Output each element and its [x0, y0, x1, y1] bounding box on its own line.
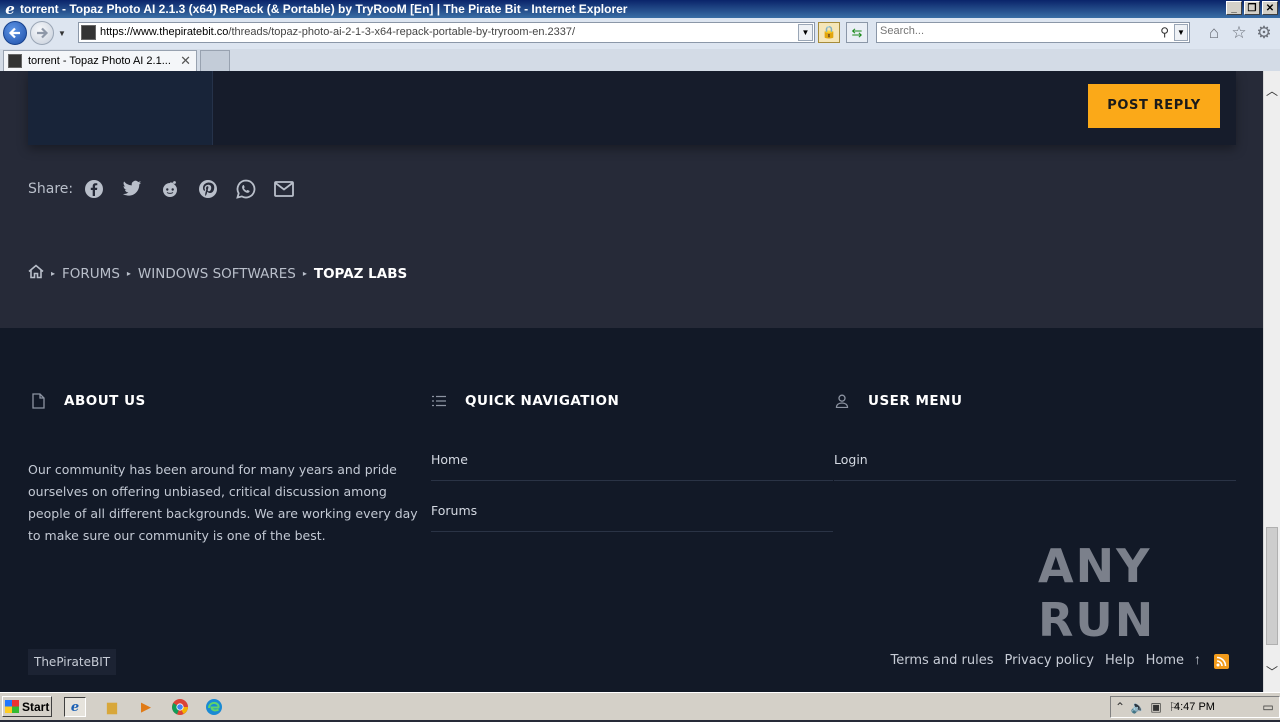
list-icon: [431, 393, 447, 409]
user-menu-heading: USER MENU: [834, 393, 962, 409]
address-bar[interactable]: https://www.thepiratebit.co/threads/topa…: [78, 22, 815, 43]
quick-navigation-heading: QUICK NAVIGATION: [431, 393, 619, 409]
home-icon[interactable]: [28, 264, 44, 283]
breadcrumb-separator: ▸: [126, 269, 131, 278]
facebook-icon[interactable]: [83, 178, 105, 200]
home-link[interactable]: Home: [1146, 653, 1184, 668]
internet-explorer-taskbar-icon[interactable]: e: [64, 697, 86, 717]
document-icon: [30, 393, 46, 409]
about-us-text: Our community has been around for many y…: [28, 462, 418, 543]
footer-link-forums[interactable]: Forums: [431, 482, 833, 532]
whatsapp-icon[interactable]: [235, 178, 257, 200]
clock[interactable]: 4:47 PM: [1174, 701, 1215, 713]
breadcrumb: ▸ FORUMS ▸ WINDOWS SOFTWARES ▸ TOPAZ LAB…: [28, 264, 407, 283]
search-dropdown-button[interactable]: ▼: [1174, 24, 1188, 41]
window-title-bar: e torrent - Topaz Photo AI 2.1.3 (x64) R…: [0, 0, 1280, 18]
tab-favicon-icon: [8, 54, 22, 68]
tab-torrent[interactable]: torrent - Topaz Photo AI 2.1... ✕: [3, 50, 197, 71]
show-desktop-icon[interactable]: ▭: [1259, 700, 1277, 714]
close-tab-icon[interactable]: ✕: [180, 53, 191, 69]
footer-bottom-bar: ThePirateBIT Terms and rules Privacy pol…: [0, 644, 1263, 692]
ie-logo-icon: e: [5, 0, 15, 18]
address-url[interactable]: https://www.thepiratebit.co/threads/topa…: [100, 26, 575, 38]
recent-pages-dropdown[interactable]: ▼: [58, 29, 68, 38]
back-button[interactable]: [3, 21, 27, 45]
scroll-top-icon[interactable]: ↑: [1194, 651, 1201, 667]
taskbar: Start e ▆ ▶ ⌃ 🔈 ▣ ⚐ 4:47 PM ▭: [0, 692, 1280, 720]
breadcrumb-windows-softwares[interactable]: WINDOWS SOFTWARES: [138, 266, 296, 282]
tab-label: torrent - Topaz Photo AI 2.1...: [28, 55, 171, 67]
volume-icon[interactable]: 🔈: [1129, 700, 1147, 714]
footer-link-home[interactable]: Home: [431, 431, 833, 481]
start-button[interactable]: Start: [2, 696, 52, 717]
share-label: Share:: [28, 181, 74, 197]
network-icon[interactable]: ▣: [1147, 700, 1165, 714]
help-link[interactable]: Help: [1105, 653, 1135, 668]
reply-avatar-column: [28, 71, 213, 145]
chrome-icon[interactable]: [169, 697, 191, 717]
copyright-badge[interactable]: ThePirateBIT: [28, 649, 117, 675]
terms-link[interactable]: Terms and rules: [891, 653, 994, 668]
breadcrumb-forums[interactable]: FORUMS: [62, 266, 120, 282]
footer-link-login[interactable]: Login: [834, 431, 1236, 481]
twitter-icon[interactable]: [121, 178, 143, 200]
windows-logo-icon: [5, 700, 19, 713]
home-icon[interactable]: ⌂: [1205, 24, 1223, 42]
restore-button[interactable]: ❐: [1244, 1, 1260, 15]
forward-button[interactable]: [30, 21, 54, 45]
share-bar: Share:: [28, 179, 311, 199]
about-us-heading: ABOUT US: [30, 393, 146, 409]
breadcrumb-topaz-labs[interactable]: TOPAZ LABS: [314, 266, 407, 282]
security-lock-icon[interactable]: 🔒: [818, 22, 840, 43]
anyrun-watermark: ANY RUN: [1038, 539, 1156, 647]
compatibility-refresh-button[interactable]: ⇆: [846, 22, 868, 43]
close-window-button[interactable]: ✕: [1262, 1, 1278, 15]
media-player-icon[interactable]: ▶: [135, 697, 157, 717]
arrow-right-icon: [37, 27, 49, 39]
folder-icon[interactable]: ▆: [101, 697, 123, 717]
scroll-up-arrow-icon[interactable]: ︿: [1264, 71, 1280, 111]
search-input[interactable]: [880, 25, 1150, 37]
edge-icon[interactable]: [203, 697, 225, 717]
tools-gear-icon[interactable]: ⚙: [1255, 24, 1273, 42]
search-icon[interactable]: ⚲: [1160, 25, 1169, 39]
tab-bar: torrent - Topaz Photo AI 2.1... ✕: [0, 49, 1280, 72]
address-dropdown-button[interactable]: ▼: [798, 24, 813, 41]
new-tab-button[interactable]: [200, 50, 230, 71]
window-title: torrent - Topaz Photo AI 2.1.3 (x64) ReP…: [20, 2, 628, 16]
post-reply-button[interactable]: POST REPLY: [1088, 84, 1220, 128]
email-icon[interactable]: [273, 178, 295, 200]
user-icon: [834, 393, 850, 409]
navigation-bar: ▼ https://www.thepiratebit.co/threads/to…: [0, 18, 1280, 50]
breadcrumb-separator: ▸: [302, 269, 307, 278]
system-tray: ⌃ 🔈 ▣ ⚐ 4:47 PM ▭: [1110, 696, 1280, 718]
footer-bottom-links: Terms and rules Privacy policy Help Home: [891, 653, 1214, 668]
minimize-button[interactable]: _: [1226, 1, 1242, 15]
arrow-left-icon: [8, 27, 20, 39]
vertical-scrollbar[interactable]: ︿ ﹀: [1263, 71, 1280, 692]
quick-reply-box: POST REPLY: [28, 71, 1236, 145]
thread-bottom-section: POST REPLY Share: ▸ FORUMS ▸ WINDOWS SOF…: [0, 71, 1263, 328]
search-box[interactable]: ⚲ ▼: [876, 22, 1190, 43]
breadcrumb-separator: ▸: [51, 269, 56, 278]
show-hidden-icons-icon[interactable]: ⌃: [1111, 700, 1129, 714]
pinterest-icon[interactable]: [197, 178, 219, 200]
favorites-star-icon[interactable]: ☆: [1230, 24, 1248, 42]
scrollbar-thumb[interactable]: [1266, 527, 1278, 645]
privacy-link[interactable]: Privacy policy: [1004, 653, 1093, 668]
reddit-icon[interactable]: [159, 178, 181, 200]
site-favicon-icon: [81, 25, 96, 40]
rss-icon[interactable]: [1214, 654, 1229, 669]
scroll-down-arrow-icon[interactable]: ﹀: [1264, 652, 1280, 692]
